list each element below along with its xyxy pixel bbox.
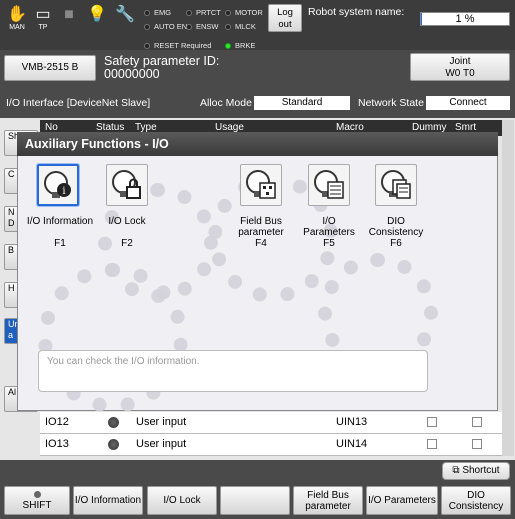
shortcut-icon: ⧉ <box>452 465 463 476</box>
io-lock-key: F2 <box>121 238 133 249</box>
joint-label: Joint <box>449 56 471 67</box>
led-prtct: PRTCT <box>186 8 221 17</box>
led-label: AUTO EN <box>154 22 188 31</box>
robot-name-label: Robot system name: <box>308 6 405 18</box>
interface-label: I/O Interface [DeviceNet Slave] <box>6 97 151 109</box>
f1-button[interactable]: I/O Information <box>73 486 143 515</box>
shift-indicator-icon <box>33 490 41 498</box>
dialog-title: Auxiliary Functions - I/O <box>17 132 498 156</box>
led-dot <box>186 24 192 31</box>
f2-button[interactable]: I/O Lock <box>147 486 217 515</box>
led-ensw: ENSW <box>186 22 219 31</box>
status-indicator <box>108 439 119 450</box>
mode-label: MAN <box>9 24 25 31</box>
alloc-mode-label: Alloc Mode <box>200 97 252 109</box>
logout-button[interactable]: Log out <box>268 4 302 32</box>
shift-button[interactable]: SHIFT <box>4 486 70 515</box>
io-parameters-button[interactable] <box>308 164 350 206</box>
svg-text:i: i <box>62 186 65 197</box>
speed-indicator[interactable]: 1 % <box>420 12 510 26</box>
dummy-checkbox[interactable] <box>427 417 437 427</box>
led-mlck: MLCK <box>225 22 256 31</box>
row-no: IO12 <box>45 416 69 428</box>
status-indicator <box>108 417 119 428</box>
dio-consistency-icon <box>381 170 411 199</box>
led-dot <box>225 24 231 31</box>
shift-label: SHIFT <box>22 499 52 511</box>
shortcut-label: Shortcut <box>462 465 500 476</box>
io-lock-label: I/O Lock <box>108 216 146 227</box>
led-label: EMG <box>154 8 172 17</box>
f6-button[interactable]: DIO Consistency <box>441 486 511 515</box>
safety-parameter-id: Safety parameter ID: 00000000 <box>104 55 219 81</box>
f3-button[interactable] <box>220 486 290 515</box>
led-dot <box>225 10 231 17</box>
teach-pendant-icon[interactable]: ▭ TP <box>32 6 54 34</box>
led-label: BRKE <box>235 41 256 50</box>
field-bus-parameter-button[interactable] <box>240 164 282 206</box>
hand-mode-icon[interactable]: ✋ MAN <box>6 6 28 34</box>
table-row[interactable]: IO12 User input UIN13 <box>40 412 502 434</box>
interface-bar: I/O Interface [DeviceNet Slave] Alloc Mo… <box>0 94 515 114</box>
smart-checkbox[interactable] <box>472 439 482 449</box>
io-lock-icon <box>112 170 141 199</box>
alloc-mode-value: Standard <box>254 96 350 110</box>
led-motor: MOTOR <box>225 8 263 17</box>
speed-value: 1 % <box>455 13 475 25</box>
io-lock-button[interactable] <box>106 164 148 206</box>
led-label: ENSW <box>196 22 219 31</box>
led-dot <box>144 10 150 17</box>
led-dot <box>225 43 231 50</box>
model-button[interactable]: VMB-2515 B <box>4 55 96 81</box>
dio-consistency-label: DIO Consistency <box>368 216 424 238</box>
f5-button[interactable]: I/O Parameters <box>366 486 438 515</box>
row-macro: UIN13 <box>336 416 368 428</box>
network-state-label: Network State <box>358 97 424 109</box>
io-parameters-icon <box>314 170 344 199</box>
led-label: MOTOR <box>235 8 263 17</box>
led-dot <box>144 24 150 31</box>
io-information-icon: i <box>44 171 71 198</box>
safety-value: 00000000 <box>104 67 160 81</box>
led-emg: EMG <box>144 8 171 17</box>
table-row[interactable]: IO13 User input UIN14 <box>40 434 502 456</box>
joint-value: W0 T0 <box>445 68 475 79</box>
wrench-icon[interactable]: 🔧 <box>114 6 136 34</box>
table-scrollbar[interactable] <box>502 120 514 456</box>
led-label: PRTCT <box>196 8 221 17</box>
led-label: RESET Required <box>154 41 212 50</box>
shortcut-button[interactable]: ⧉ Shortcut <box>442 462 510 480</box>
dio-consistency-button[interactable] <box>375 164 417 206</box>
led-reset-required: RESET Required <box>144 41 211 50</box>
message-box: You can check the I/O information. <box>38 350 428 392</box>
tp-label: TP <box>38 24 48 31</box>
led-brke: BRKE <box>225 41 255 50</box>
smart-checkbox[interactable] <box>472 417 482 427</box>
dio-consistency-key: F6 <box>390 238 402 249</box>
row-macro: UIN14 <box>336 438 368 450</box>
field-bus-icon <box>246 170 276 199</box>
io-information-button[interactable]: i <box>37 164 79 206</box>
led-label: MLCK <box>235 22 256 31</box>
row-type: User input <box>136 438 187 450</box>
led-dot <box>144 43 150 50</box>
dummy-checkbox[interactable] <box>427 439 437 449</box>
joint-button[interactable]: Joint W0 T0 <box>410 53 510 81</box>
row-no: IO13 <box>45 438 69 450</box>
lightbulb-icon[interactable]: 💡 <box>86 6 108 34</box>
f4-button[interactable]: Field Bus parameter <box>293 486 363 515</box>
stop-icon[interactable]: ■ <box>58 6 80 34</box>
network-state-value: Connect <box>426 96 510 110</box>
row-type: User input <box>136 416 187 428</box>
led-auto-en: AUTO EN <box>144 22 187 31</box>
led-dot <box>186 10 192 17</box>
